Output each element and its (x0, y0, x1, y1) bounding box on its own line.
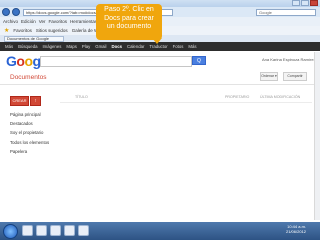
instruction-callout: Paso 2º. Clic en Docs para crear un docu… (96, 4, 162, 40)
sidebar-item-trash[interactable]: Papelera (10, 149, 49, 158)
menu-view[interactable]: Ver (39, 19, 46, 24)
close-icon[interactable] (310, 0, 318, 6)
gbar-item[interactable]: Calendar (127, 44, 144, 49)
share-button[interactable]: Compartir (283, 72, 307, 81)
taskbar (0, 222, 320, 240)
minimize-icon[interactable] (292, 0, 300, 6)
favorites-item[interactable]: Favoritos (13, 28, 32, 33)
menu-tools[interactable]: Herramientas (70, 19, 97, 24)
divider (60, 102, 312, 103)
powerpoint-icon[interactable] (78, 225, 89, 236)
callout-line: un documento (106, 23, 152, 30)
sidebar-item-home[interactable]: Página principal (10, 112, 49, 121)
folder-icon[interactable] (36, 225, 47, 236)
menu-edit[interactable]: Edición (21, 19, 36, 24)
gbar-item[interactable]: Gmail (95, 44, 106, 49)
media-icon[interactable] (50, 225, 61, 236)
favorites-item[interactable]: Sitios sugeridos (36, 28, 68, 33)
gbar-item[interactable]: Imágenes (42, 44, 61, 49)
scrollbar[interactable] (314, 52, 320, 220)
gbar-item-docs[interactable]: Docs (111, 44, 122, 49)
gbar-item[interactable]: Traductor (149, 44, 167, 49)
column-owner[interactable]: PROPIETARIO (225, 95, 249, 99)
list-header: TÍTULO PROPIETARIO ÚLTIMA MODIFICACIÓN (60, 95, 312, 101)
sidebar-item-starred[interactable]: Destacados (10, 121, 49, 130)
user-name[interactable]: Ana Karina Espinoza Ramírez (262, 57, 316, 62)
start-button[interactable] (3, 224, 18, 239)
upload-icon[interactable]: ↑ (30, 96, 41, 106)
sort-button[interactable]: Ordenar ▾ (260, 72, 278, 81)
forward-button[interactable] (12, 8, 20, 16)
page-title: Documentos (10, 74, 47, 81)
column-modified[interactable]: ÚLTIMA MODIFICACIÓN (260, 95, 300, 99)
ie-icon[interactable] (22, 225, 33, 236)
callout-line: Paso 2º. Clic en (104, 6, 154, 13)
menu-favorites[interactable]: Favoritos (49, 19, 68, 24)
maximize-icon[interactable] (301, 0, 309, 6)
word-icon[interactable] (64, 225, 75, 236)
gbar-item[interactable]: Búsqueda (18, 44, 37, 49)
create-button[interactable]: CREAR (10, 96, 29, 106)
search-button[interactable]: Q (192, 56, 206, 65)
menu-file[interactable]: Archivo (3, 19, 18, 24)
sidebar-nav: Página principal Destacados Soy el propi… (10, 112, 49, 158)
gbar-item[interactable]: Play (82, 44, 90, 49)
gbar-item[interactable]: Más (5, 44, 13, 49)
favorites-star-icon[interactable]: ★ (4, 27, 9, 34)
sidebar-item-all[interactable]: Todos los elementos (10, 140, 49, 149)
gbar-item[interactable]: Fotos (173, 44, 184, 49)
gbar-item[interactable]: Maps (66, 44, 77, 49)
callout-pointer (152, 38, 162, 44)
window-controls (292, 0, 318, 7)
column-title[interactable]: TÍTULO (75, 95, 88, 99)
browser-search-box[interactable]: Google (256, 8, 316, 16)
gbar-item[interactable]: Más (188, 44, 196, 49)
back-button[interactable] (2, 8, 10, 16)
callout-line: Docs para crear (104, 14, 154, 22)
search-input[interactable] (40, 56, 192, 67)
divider (0, 84, 320, 85)
sidebar-item-owned[interactable]: Soy el propietario (10, 130, 49, 139)
system-clock[interactable]: 10:44 a.m. 21/06/2012 (286, 224, 306, 234)
